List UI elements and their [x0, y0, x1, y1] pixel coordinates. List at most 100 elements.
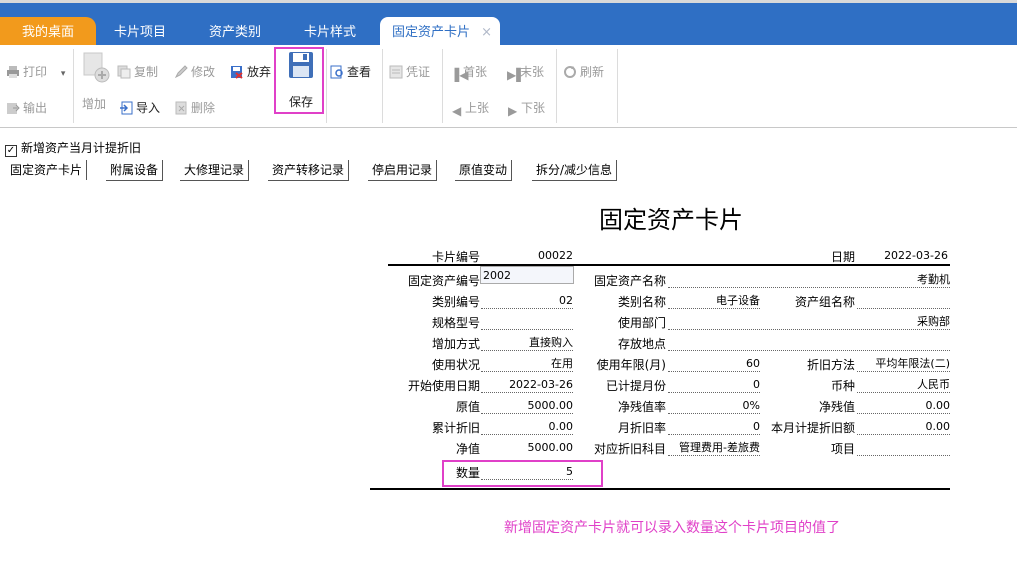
status-label: 使用状况	[431, 358, 480, 372]
header-rule	[388, 264, 950, 266]
life-label: 使用年限(月)	[596, 358, 666, 372]
last-icon: ▶▌	[507, 68, 526, 82]
asset-no-input[interactable]: 2002	[480, 266, 574, 284]
currency-value[interactable]: 人民币	[857, 378, 950, 393]
refresh-label: 刷新	[580, 65, 605, 79]
subtab-start-stop[interactable]: 停启用记录	[368, 160, 438, 181]
modify-label: 修改	[191, 65, 216, 79]
next-label: 下张	[521, 101, 546, 115]
view-label: 查看	[347, 65, 372, 79]
first-label: 首张	[463, 65, 488, 79]
toolbar: 打印 ▾ 输出 增加 复制 修改 放弃 导入 删除 保存 查看 凭证 ▐◀首张 …	[0, 45, 1017, 128]
salvage-label: 净残值	[818, 400, 855, 414]
printer-icon	[6, 64, 20, 78]
orig-value[interactable]: 5000.00	[481, 399, 573, 414]
monthly-amt-value[interactable]: 0.00	[857, 420, 950, 435]
status-value[interactable]: 在用	[481, 357, 573, 372]
location-value[interactable]	[668, 336, 950, 351]
tab-label: 固定资产卡片	[391, 25, 470, 40]
voucher-button[interactable]: 凭证	[389, 61, 430, 83]
pencil-icon	[174, 64, 188, 79]
tab-my-desktop[interactable]: 我的桌面	[0, 17, 96, 48]
accum-dep-label: 累计折旧	[431, 421, 480, 435]
import-button[interactable]: 导入	[119, 97, 160, 119]
close-icon[interactable]: ×	[481, 17, 492, 48]
spec-label: 规格型号	[431, 316, 480, 330]
asset-name-value[interactable]: 考勤机	[668, 273, 950, 288]
view-button[interactable]: 查看	[330, 61, 371, 83]
subtab-accessory[interactable]: 附属设备	[106, 160, 164, 181]
abandon-icon	[230, 64, 244, 79]
tab-card-style[interactable]: 卡片样式	[288, 17, 372, 48]
group-value[interactable]	[857, 294, 950, 309]
save-button[interactable]: 保存	[284, 51, 318, 111]
last-button[interactable]: ▶▌末张	[507, 61, 544, 83]
life-value[interactable]: 60	[668, 357, 760, 372]
asset-name-label: 固定资产名称	[593, 274, 666, 288]
print-dropdown-icon[interactable]: ▾	[61, 69, 66, 79]
copy-label: 复制	[134, 65, 159, 79]
refresh-button[interactable]: 刷新	[563, 61, 604, 83]
date-label: 日期	[830, 250, 855, 264]
category-name-value[interactable]: 电子设备	[668, 294, 760, 309]
print-button[interactable]: 打印 ▾	[6, 61, 65, 83]
prev-button[interactable]: ◀ 上张	[452, 97, 489, 119]
subtab-split-reduce[interactable]: 拆分/减少信息	[532, 160, 618, 181]
modify-button[interactable]: 修改	[174, 61, 215, 83]
dept-label: 使用部门	[617, 316, 666, 330]
dept-value[interactable]: 采购部	[668, 315, 950, 330]
accrued-value[interactable]: 0	[668, 378, 760, 393]
asset-no-label: 固定资产编号	[407, 274, 480, 288]
prev-icon: ◀	[452, 104, 462, 118]
monthly-rate-value[interactable]: 0	[668, 420, 760, 435]
method-value[interactable]: 平均年限法(二)	[857, 357, 950, 372]
start-date-value[interactable]: 2022-03-26	[481, 378, 573, 393]
abandon-label: 放弃	[247, 65, 272, 79]
export-icon	[6, 100, 20, 114]
tab-bar: 我的桌面 卡片项目 资产类别 卡片样式 固定资产卡片 ×	[0, 0, 1017, 48]
project-label: 项目	[830, 442, 855, 456]
delete-button[interactable]: 删除	[174, 97, 215, 119]
spec-value[interactable]	[481, 315, 573, 330]
subtab-transfer[interactable]: 资产转移记录	[268, 160, 350, 181]
subtab-fixed-asset-card[interactable]: 固定资产卡片	[6, 160, 88, 180]
salvage-value[interactable]: 0.00	[857, 399, 950, 414]
subtab-overhaul[interactable]: 大修理记录	[180, 160, 250, 181]
accrue-option[interactable]: ✓ 新增资产当月计提折旧	[5, 139, 141, 157]
next-icon: ▶	[508, 104, 518, 118]
salvage-rate-value[interactable]: 0%	[668, 399, 760, 414]
accum-dep-value[interactable]: 0.00	[481, 420, 573, 435]
card-subtabs: 固定资产卡片 附属设备 大修理记录 资产转移记录 停启用记录 原值变动 拆分/减…	[0, 160, 620, 182]
subtab-value-change[interactable]: 原值变动	[455, 160, 513, 181]
export-button[interactable]: 输出	[6, 97, 47, 119]
category-no-value[interactable]: 02	[481, 294, 573, 309]
date-value: 2022-03-26	[884, 249, 948, 262]
card-no-label: 卡片编号	[431, 250, 480, 264]
export-label: 输出	[23, 101, 48, 115]
add-method-value[interactable]: 直接购入	[481, 336, 573, 351]
net-value: 5000.00	[527, 441, 574, 454]
account-value[interactable]: 管理费用-差旅费	[668, 441, 760, 456]
tab-card-items[interactable]: 卡片项目	[100, 17, 180, 48]
card-title: 固定资产卡片	[599, 206, 743, 234]
currency-label: 币种	[830, 379, 855, 393]
tab-asset-category[interactable]: 资产类别	[190, 17, 280, 48]
orig-value-label: 原值	[455, 400, 480, 414]
accrue-checkbox[interactable]: ✓	[5, 145, 17, 157]
account-label: 对应折旧科目	[593, 442, 666, 456]
project-value[interactable]	[857, 441, 950, 456]
print-label: 打印	[23, 65, 48, 79]
start-date-label: 开始使用日期	[407, 379, 480, 393]
copy-button[interactable]: 复制	[117, 61, 158, 83]
quantity-highlight	[442, 460, 603, 487]
save-icon	[288, 51, 314, 86]
footer-rule	[370, 488, 950, 490]
abandon-button[interactable]: 放弃	[230, 61, 271, 83]
salvage-rate-label: 净残值率	[617, 400, 666, 414]
monthly-rate-label: 月折旧率	[617, 421, 666, 435]
method-label: 折旧方法	[806, 358, 855, 372]
first-button[interactable]: ▐◀首张	[450, 61, 487, 83]
tab-fixed-asset-card[interactable]: 固定资产卡片 ×	[380, 17, 500, 48]
next-button[interactable]: ▶ 下张	[508, 97, 545, 119]
add-button[interactable]: 增加	[80, 49, 112, 119]
